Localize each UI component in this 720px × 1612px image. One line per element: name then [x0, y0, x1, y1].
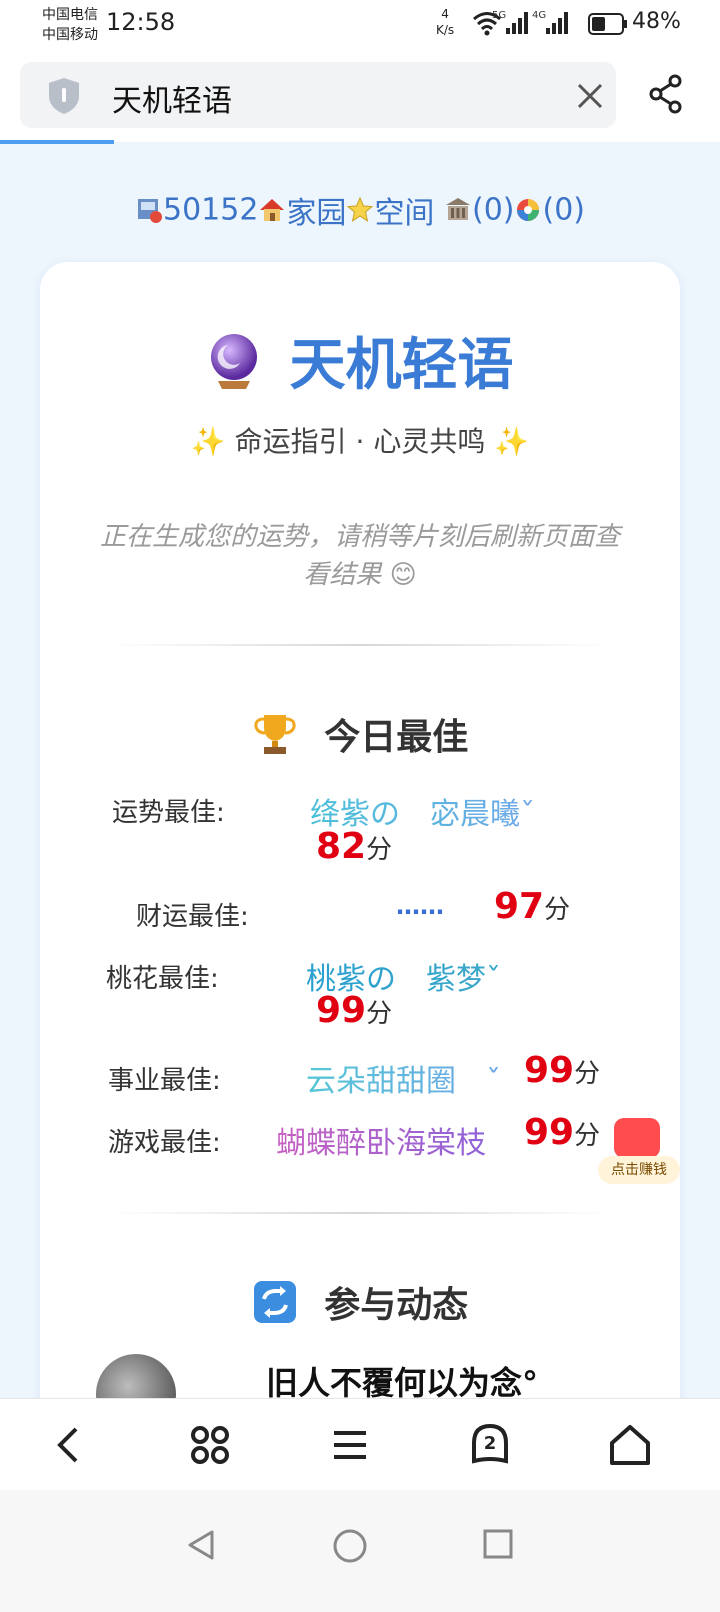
user-id-link[interactable]: 50152 [163, 193, 258, 228]
row-name-wealth[interactable]: …… [396, 892, 444, 920]
carrier-names: 中国电信 中国移动 [42, 5, 98, 45]
row-name-career[interactable]: 云朵甜甜圈 ˇ [306, 1056, 501, 1100]
signal-4g-icon: 4G [532, 10, 570, 38]
row-label-wealth: 财运最佳: [136, 902, 249, 932]
browser-toolbar: 2 [0, 1398, 720, 1490]
signal-5g-icon: 5G [492, 10, 530, 38]
user-id-icon [138, 199, 162, 223]
row-score-career: 99分 [524, 1050, 600, 1091]
shield-icon [49, 78, 79, 114]
row-score-romance: 99分 [316, 990, 392, 1031]
tab-count: 2 [483, 1433, 497, 1454]
nav-back-icon[interactable] [184, 1528, 218, 1562]
address-bar[interactable]: 天机轻语 [20, 62, 616, 128]
row-label-romance: 桃花最佳: [106, 964, 219, 994]
speed-unit: K/s [436, 23, 455, 37]
earn-label: 点击赚钱 [598, 1156, 680, 1184]
best-today-label: 今日最佳 [324, 717, 469, 758]
status-bar: 中国电信 中国移动 12:58 4 K/s 5G 4G 48% [0, 0, 720, 50]
page-title[interactable]: 天机轻语 [112, 76, 232, 120]
row-label-fortune: 运势最佳: [112, 798, 225, 828]
best-today-title: 今日最佳 [40, 708, 680, 760]
score-unit: 分 [366, 835, 393, 865]
score-unit: 分 [366, 999, 393, 1029]
score-value: 97 [494, 886, 545, 927]
gift-icon [614, 1118, 660, 1158]
trophy-icon [254, 715, 296, 754]
home-icon[interactable] [606, 1421, 654, 1469]
row-label-game: 游戏最佳: [108, 1128, 221, 1158]
app-title: 天机轻语 [40, 320, 680, 401]
nav-home-icon[interactable] [332, 1528, 368, 1564]
count-link-2[interactable]: (0) [542, 193, 585, 228]
clock: 12:58 [106, 8, 176, 36]
score-value: 99 [524, 1050, 575, 1091]
score-unit: 分 [574, 1059, 601, 1089]
row-score-game: 99分 [524, 1112, 600, 1153]
back-icon[interactable] [46, 1421, 94, 1469]
net-type-1: 5G [492, 10, 507, 21]
dynamics-title: 参与动态 [40, 1276, 680, 1328]
menu-icon[interactable] [326, 1421, 374, 1469]
earn-money-button[interactable]: 点击赚钱 [598, 1114, 680, 1186]
crystal-ball-icon [211, 333, 258, 389]
home-icon [260, 199, 285, 221]
building-icon [445, 198, 470, 220]
share-icon[interactable] [648, 74, 684, 114]
count-link-1[interactable]: (0) [472, 193, 515, 228]
browser-top-bar: 天机轻语 [0, 50, 720, 144]
net-type-2: 4G [532, 10, 547, 21]
refresh-icon [253, 1281, 296, 1323]
loading-progress [0, 140, 114, 144]
dynamics-label: 参与动态 [324, 1285, 469, 1326]
carrier-1: 中国电信 [42, 7, 98, 23]
row-name-game[interactable]: 蝴蝶醉卧海棠枝 [276, 1118, 486, 1162]
color-wheel-icon [517, 199, 540, 221]
score-unit: 分 [574, 1121, 601, 1151]
score-value: 99 [524, 1112, 575, 1153]
score-value: 82 [316, 826, 367, 867]
carrier-2: 中国移动 [42, 27, 98, 43]
row-score-wealth: 97分 [494, 886, 570, 927]
divider [110, 1212, 610, 1214]
system-nav-bar [0, 1490, 720, 1612]
network-speed: 4 K/s [436, 6, 454, 38]
divider [110, 644, 610, 646]
nav-recents-icon[interactable] [482, 1528, 514, 1560]
star-icon [347, 196, 374, 223]
tabs-button[interactable]: 2 [466, 1421, 514, 1469]
battery-percent: 48% [632, 9, 681, 34]
fortune-card: 天机轻语 ✨ 命运指引 · 心灵共鸣 ✨ 正在生成您的运势，请稍等片刻后刷新页面… [40, 262, 680, 1462]
loading-notice: 正在生成您的运势，请稍等片刻后刷新页面查看结果 😊 [100, 522, 621, 590]
features-icon[interactable] [186, 1421, 234, 1469]
header-links: 50152 家园 空间 (0) (0) [0, 188, 720, 232]
row-label-career: 事业最佳: [108, 1066, 221, 1096]
score-unit: 分 [544, 895, 571, 925]
row-score-fortune: 82分 [316, 826, 392, 867]
close-icon[interactable] [576, 82, 604, 110]
app-subtitle: ✨ 命运指引 · 心灵共鸣 ✨ [190, 425, 530, 458]
space-link[interactable]: 空间 [374, 196, 434, 231]
score-value: 99 [316, 990, 367, 1031]
battery-icon [588, 13, 627, 35]
app-title-text: 天机轻语 [289, 333, 514, 398]
speed-value: 4 [441, 7, 449, 21]
home-link[interactable]: 家园 [286, 196, 346, 231]
